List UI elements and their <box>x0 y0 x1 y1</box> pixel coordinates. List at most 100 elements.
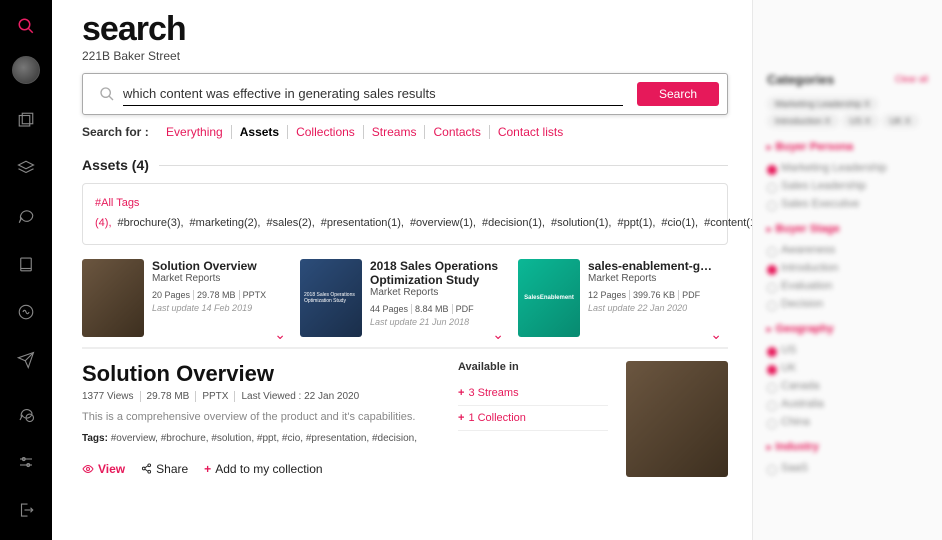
share-button[interactable]: Share <box>141 462 188 476</box>
card-updated: Last update 21 Jun 2018 <box>370 317 500 327</box>
analytics-icon[interactable] <box>8 294 44 330</box>
main: search 221B Baker Street Search Search f… <box>52 0 752 540</box>
asset-card[interactable]: SalesEnablement sales-enablement-gg-...Ma… <box>518 259 718 337</box>
send-icon[interactable] <box>8 342 44 378</box>
tag[interactable]: #ppt(1), <box>618 217 656 229</box>
card-category: Market Reports <box>588 273 718 284</box>
category-option[interactable]: Introduction <box>767 259 928 277</box>
available-row[interactable]: +1 Collection <box>458 406 608 431</box>
filter-assets[interactable]: Assets <box>232 125 288 139</box>
available-in: Available in +3 Streams+1 Collection <box>458 361 608 477</box>
category-option[interactable]: US <box>767 341 928 359</box>
category-option[interactable]: Sales Executive <box>767 195 928 213</box>
filter-everything[interactable]: Everything <box>158 125 232 139</box>
filter-contacts[interactable]: Contacts <box>425 125 489 139</box>
card-updated: Last update 14 Feb 2019 <box>152 303 269 313</box>
tag[interactable]: #presentation(1), <box>321 217 404 229</box>
tag[interactable]: #sales(2), <box>266 217 314 229</box>
asset-cards: Solution OverviewMarket Reports20 Pages2… <box>82 259 728 349</box>
category-option[interactable]: China <box>767 413 928 431</box>
filter-label: Search for : <box>82 125 149 139</box>
tag[interactable]: #brochure(3), <box>118 217 184 229</box>
chevron-down-icon[interactable]: ⌄ <box>274 326 286 343</box>
search-button[interactable]: Search <box>637 82 719 106</box>
search-nav-icon[interactable] <box>8 8 44 44</box>
page-title: search <box>82 10 728 49</box>
tags-box: #All Tags (4),#brochure(3),#marketing(2)… <box>82 183 728 245</box>
category-option[interactable]: Australia <box>767 395 928 413</box>
asset-detail: Solution Overview 1377 Views29.78 MBPPTX… <box>82 361 728 477</box>
tag[interactable]: #solution(1), <box>551 217 612 229</box>
card-title: 2018 Sales Operations Optimization Study <box>370 259 500 288</box>
detail-thumbnail <box>626 361 728 477</box>
help-icon[interactable] <box>8 396 44 432</box>
filter-chip[interactable]: UK X <box>882 114 919 128</box>
categories-heading: Categories Clear all <box>767 72 928 87</box>
category-group-head[interactable]: Industry <box>767 441 928 453</box>
card-stats: 20 Pages29.78 MBPPTX <box>152 290 269 300</box>
detail-tags: Tags: #overview, #brochure, #solution, #… <box>82 433 440 444</box>
tag[interactable]: #overview(1), <box>410 217 476 229</box>
category-group-head[interactable]: Buyer Stage <box>767 223 928 235</box>
card-category: Market Reports <box>370 287 500 298</box>
filter-chip[interactable]: US X <box>842 114 879 128</box>
category-option[interactable]: Evaluation <box>767 277 928 295</box>
card-title: sales-enablement-gg-... <box>588 259 718 273</box>
tag[interactable]: #decision(1), <box>482 217 545 229</box>
filter-collections[interactable]: Collections <box>288 125 364 139</box>
available-heading: Available in <box>458 361 608 373</box>
category-option[interactable]: Decision <box>767 295 928 313</box>
card-updated: Last update 22 Jan 2020 <box>588 303 718 313</box>
assets-header: Assets (4) <box>82 157 728 173</box>
chevron-down-icon[interactable]: ⌄ <box>710 326 722 343</box>
category-option[interactable]: Canada <box>767 377 928 395</box>
tag[interactable]: #content(1), <box>704 217 752 229</box>
collections-icon[interactable] <box>8 102 44 138</box>
category-group-head[interactable]: Geography <box>767 323 928 335</box>
category-option[interactable]: Awareness <box>767 241 928 259</box>
add-collection-button[interactable]: +Add to my collection <box>204 462 322 476</box>
active-filter-chips: Marketing Leadership X Introduction XUS X… <box>767 97 928 131</box>
book-icon[interactable] <box>8 246 44 282</box>
card-thumbnail: 2018 Sales Operations Optimization Study <box>300 259 362 337</box>
avatar[interactable] <box>12 56 40 84</box>
card-thumbnail: SalesEnablement <box>518 259 580 337</box>
assets-heading: Assets (4) <box>82 157 149 173</box>
available-row[interactable]: +3 Streams <box>458 381 608 406</box>
clear-all-button[interactable]: Clear all <box>895 74 928 84</box>
category-option[interactable]: SaaS <box>767 459 928 477</box>
categories-panel: Categories Clear all Marketing Leadershi… <box>752 0 942 540</box>
category-option[interactable]: Marketing Leadership <box>767 159 928 177</box>
chat-icon[interactable] <box>8 198 44 234</box>
asset-card[interactable]: Solution OverviewMarket Reports 20 Pages2… <box>82 259 282 337</box>
filter-row: Search for : EverythingAssetsCollections… <box>82 125 728 139</box>
asset-card[interactable]: 2018 Sales Operations Optimization Study… <box>300 259 500 337</box>
category-option[interactable]: UK <box>767 359 928 377</box>
card-category: Market Reports <box>152 273 269 284</box>
tag[interactable]: #cio(1), <box>661 217 698 229</box>
detail-description: This is a comprehensive overview of the … <box>82 410 440 425</box>
search-icon <box>99 86 115 102</box>
settings-icon[interactable] <box>8 444 44 480</box>
tag[interactable]: #marketing(2), <box>190 217 261 229</box>
search-input[interactable] <box>123 82 623 106</box>
search-box: Search <box>82 73 728 115</box>
logout-icon[interactable] <box>8 492 44 528</box>
filter-chip[interactable]: Introduction X <box>767 114 839 128</box>
card-stats: 44 Pages8.84 MBPDF <box>370 304 500 314</box>
sidebar <box>0 0 52 540</box>
filter-chip[interactable]: Marketing Leadership X <box>767 97 878 111</box>
card-title: Solution Overview <box>152 259 269 273</box>
card-stats: 12 Pages399.76 KBPDF <box>588 290 718 300</box>
filter-contact-lists[interactable]: Contact lists <box>490 125 571 139</box>
page-subtitle: 221B Baker Street <box>82 49 728 63</box>
layers-icon[interactable] <box>8 150 44 186</box>
detail-stats: 1377 Views29.78 MBPPTXLast Viewed : 22 J… <box>82 391 440 402</box>
filter-streams[interactable]: Streams <box>364 125 426 139</box>
category-option[interactable]: Sales Leadership <box>767 177 928 195</box>
category-group-head[interactable]: Buyer Persona <box>767 141 928 153</box>
view-button[interactable]: View <box>82 462 125 476</box>
chevron-down-icon[interactable]: ⌄ <box>492 326 504 343</box>
card-thumbnail <box>82 259 144 337</box>
detail-title: Solution Overview <box>82 361 440 387</box>
